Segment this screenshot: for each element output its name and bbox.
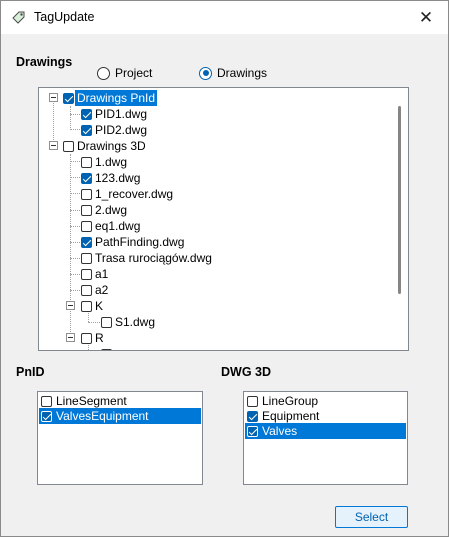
list-item-checkbox[interactable] — [247, 425, 258, 437]
tree-item-label: eq1.dwg — [95, 219, 141, 233]
pnid-section-label: PnID — [16, 365, 45, 379]
dwg3d-listbox[interactable]: LineGroup Equipment Valves — [243, 391, 408, 485]
radio-drawings[interactable]: Drawings — [199, 66, 267, 80]
tree-item-pid1[interactable]: PID1.dwg — [81, 106, 149, 122]
tree-item-eq1-dwg[interactable]: eq1.dwg — [81, 218, 142, 234]
tree-item-1-recover-dwg[interactable]: 1_recover.dwg — [81, 186, 175, 202]
tree-item-checkbox[interactable] — [81, 252, 92, 264]
radio-project-indicator — [97, 66, 110, 80]
title-bar[interactable]: TagUpdate ✕ — [1, 1, 448, 34]
tree-item-label: Drawings PnId — [75, 90, 158, 106]
list-item-label: Valves — [262, 424, 298, 438]
tree-item-pathfinding-dwg[interactable]: PathFinding.dwg — [81, 234, 186, 250]
tree-collapse-toggle[interactable] — [66, 333, 75, 342]
tree-item-checkbox[interactable] — [81, 332, 92, 344]
tree-item-pid2[interactable]: PID2.dwg — [81, 122, 149, 138]
list-item-valves[interactable]: Valves — [245, 423, 406, 439]
list-item-label: Equipment — [262, 409, 320, 423]
tree-item-label: a1 — [95, 267, 109, 281]
tree-item-123-dwg[interactable]: 123.dwg — [81, 170, 142, 186]
list-item-checkbox[interactable] — [41, 410, 52, 422]
radio-project[interactable]: Project — [97, 66, 152, 80]
list-item-label: LineSegment — [56, 394, 127, 408]
tree-item-1-dwg[interactable]: 1.dwg — [81, 154, 129, 170]
dwg3d-section-label: DWG 3D — [221, 365, 271, 379]
tree-item-checkbox[interactable] — [81, 284, 92, 296]
radio-drawings-indicator — [199, 66, 212, 80]
tree-item-s1-dwg[interactable]: S1.dwg — [101, 314, 157, 330]
tree-item-k[interactable]: K — [81, 298, 105, 314]
tree-item-checkbox[interactable] — [63, 140, 74, 152]
tree-item-a1[interactable]: a1 — [81, 266, 110, 282]
tree-collapse-toggle[interactable] — [49, 141, 58, 150]
tree-item-drawings-3d[interactable]: Drawings 3D — [63, 138, 148, 154]
drawings-tree[interactable]: Drawings PnId PID1.dwg PID2.dwg Drawings… — [38, 87, 409, 351]
tree-item-2-dwg[interactable]: 2.dwg — [81, 202, 129, 218]
tree-item-trasa-dwg[interactable]: Trasa rurociągów.dwg — [81, 250, 214, 266]
scrollbar-thumb[interactable] — [398, 106, 401, 294]
tag-icon — [11, 9, 27, 25]
tree-item-label: R — [95, 331, 104, 345]
tree-item-label: S1.dwg — [115, 315, 156, 329]
close-button[interactable]: ✕ — [404, 1, 448, 34]
list-item-linesegment[interactable]: LineSegment — [39, 393, 201, 409]
radio-project-label: Project — [115, 66, 153, 80]
list-item-valvesequipment[interactable]: ValvesEquipment — [39, 408, 201, 424]
tree-item-checkbox[interactable] — [81, 188, 92, 200]
tree-item-checkbox[interactable] — [81, 108, 92, 120]
tree-item-drawings-pnid[interactable]: Drawings PnId — [63, 90, 158, 106]
tree-item-label: PathFinding.dwg — [95, 235, 185, 249]
tree-item-label: a2 — [95, 283, 109, 297]
tree-item-r[interactable]: R — [81, 330, 106, 346]
drawings-section-label: Drawings — [16, 55, 73, 69]
tree-item-checkbox[interactable] — [81, 156, 92, 168]
pnid-listbox[interactable]: LineSegment ValvesEquipment — [37, 391, 203, 485]
close-icon: ✕ — [418, 7, 434, 27]
list-item-equipment[interactable]: Equipment — [245, 408, 406, 424]
select-button[interactable]: Select — [335, 506, 408, 528]
tree-item-label: Drawings 3D — [77, 139, 146, 153]
tree-item-checkbox[interactable] — [81, 220, 92, 232]
tree-item-label: PID1.dwg — [95, 107, 148, 121]
tree-collapse-toggle[interactable] — [66, 301, 75, 310]
tree-collapse-toggle[interactable] — [49, 93, 58, 102]
window-title: TagUpdate — [34, 10, 95, 24]
tree-item-checkbox[interactable] — [81, 268, 92, 280]
tree-item-partial[interactable] — [101, 346, 112, 350]
tree-item-checkbox[interactable] — [101, 316, 112, 328]
list-item-checkbox[interactable] — [247, 395, 258, 407]
tree-item-checkbox[interactable] — [81, 204, 92, 216]
tree-item-checkbox[interactable] — [81, 172, 92, 184]
list-item-label: ValvesEquipment — [56, 409, 149, 423]
list-item-checkbox[interactable] — [247, 410, 258, 422]
tree-item-label: 2.dwg — [95, 203, 128, 217]
tree-item-label: K — [95, 299, 104, 313]
tree-item-checkbox[interactable] — [81, 236, 92, 248]
tree-item-a2[interactable]: a2 — [81, 282, 110, 298]
list-item-checkbox[interactable] — [41, 395, 52, 407]
tree-item-checkbox[interactable] — [63, 92, 74, 104]
tree-item-label: 1.dwg — [95, 155, 128, 169]
list-item-label: LineGroup — [262, 394, 319, 408]
tree-item-checkbox[interactable] — [101, 348, 112, 350]
tree-item-checkbox[interactable] — [81, 300, 92, 312]
tree-vertical-scrollbar[interactable] — [391, 88, 408, 350]
tree-item-checkbox[interactable] — [81, 124, 92, 136]
list-item-linegroup[interactable]: LineGroup — [245, 393, 406, 409]
tree-item-label: PID2.dwg — [95, 123, 148, 137]
tagupdate-window: TagUpdate ✕ Drawings Project Drawings Dr… — [0, 0, 449, 537]
radio-drawings-label: Drawings — [217, 66, 268, 80]
tree-item-label: 123.dwg — [95, 171, 141, 185]
tree-item-label: Trasa rurociągów.dwg — [95, 251, 212, 265]
tree-item-label: 1_recover.dwg — [95, 187, 174, 201]
